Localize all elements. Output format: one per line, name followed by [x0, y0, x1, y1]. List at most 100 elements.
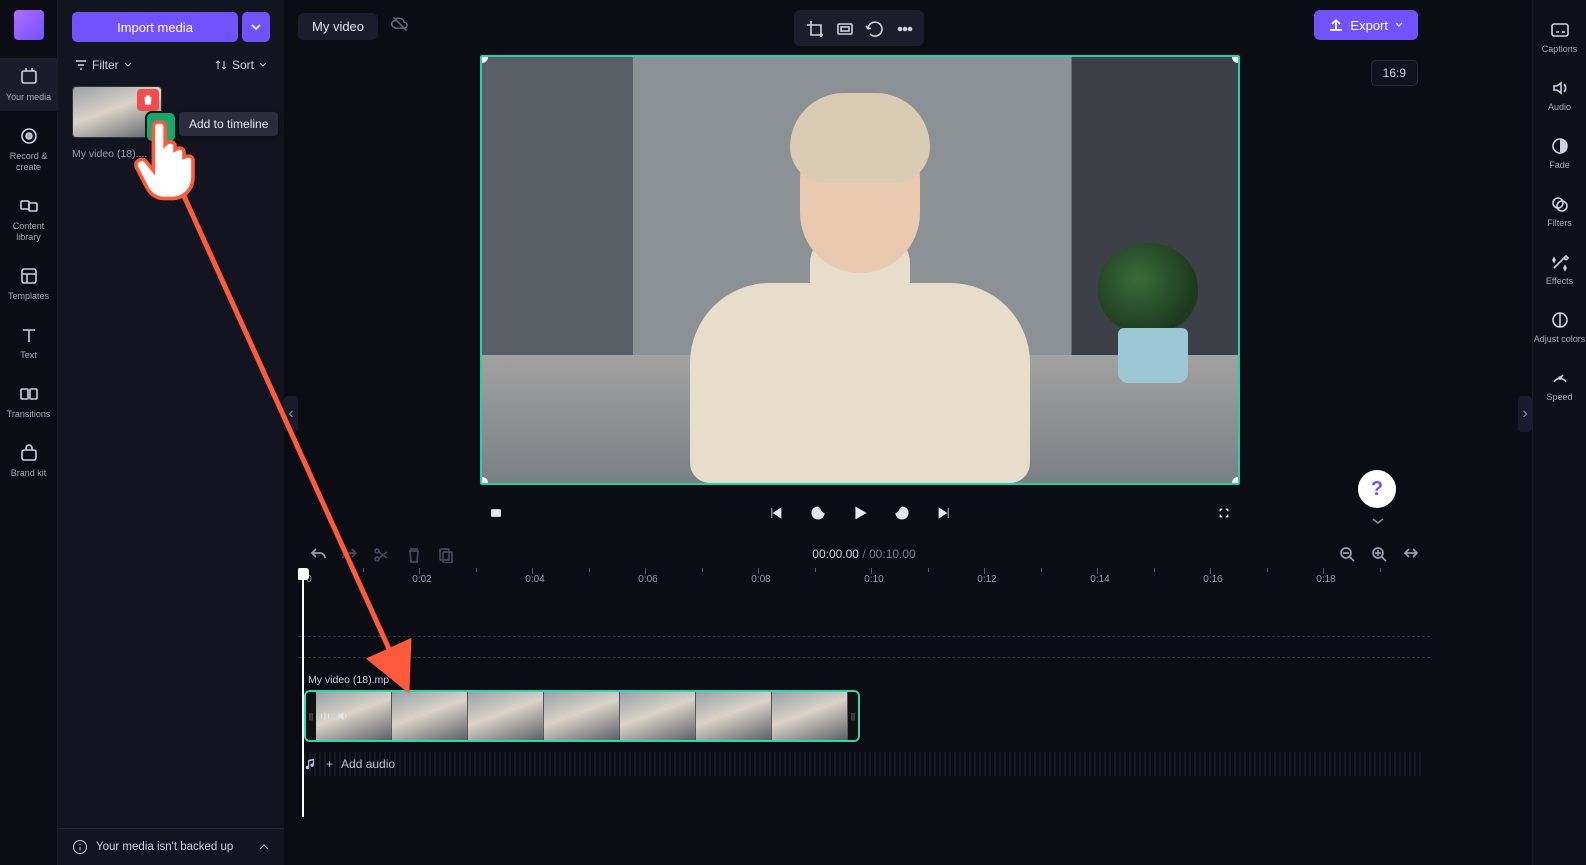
fit-timeline-button[interactable]: [1400, 543, 1422, 565]
ruler-tick-label: 0:14: [1085, 574, 1115, 585]
right-label: Speed: [1546, 392, 1572, 402]
effects-panel-button[interactable]: Effects: [1533, 242, 1586, 296]
speaker-icon: [336, 709, 350, 723]
import-media-button[interactable]: Import media: [72, 12, 238, 42]
music-note-icon: [304, 757, 318, 771]
playhead[interactable]: [302, 568, 304, 817]
frame-button[interactable]: [830, 14, 858, 42]
video-preview[interactable]: [480, 55, 1240, 485]
audio-panel-button[interactable]: Audio: [1533, 68, 1586, 122]
nav-label: Content library: [13, 221, 45, 243]
templates-icon: [18, 265, 40, 287]
skip-forward-button[interactable]: [891, 502, 913, 524]
duplicate-clip-button[interactable]: [434, 543, 456, 565]
timeline-tracks: My video (18).mp || || + Add audio: [298, 592, 1430, 817]
play-button[interactable]: [849, 502, 871, 524]
right-label: Adjust colors: [1534, 334, 1586, 344]
right-label: Fade: [1549, 160, 1570, 170]
filter-label: Filter: [92, 58, 119, 72]
ruler-tick-label: 0:10: [859, 574, 889, 585]
nav-label: Record & create: [10, 151, 48, 173]
add-audio-row[interactable]: + Add audio: [304, 752, 1424, 776]
clip-trim-left[interactable]: ||: [306, 692, 316, 740]
aspect-ratio-button[interactable]: 16:9: [1371, 60, 1418, 86]
preview-frame-content: [482, 57, 1238, 483]
ruler-tick-label: 0:18: [1311, 574, 1341, 585]
right-label: Audio: [1548, 102, 1571, 112]
nav-label: Brand kit: [11, 468, 47, 479]
sort-label: Sort: [232, 58, 254, 72]
right-rail: Captions Audio Fade Filters Effects Adju…: [1532, 0, 1586, 865]
expand-preview-button[interactable]: [1360, 516, 1396, 530]
export-label: Export: [1350, 18, 1388, 33]
total-duration: 00:10.00: [869, 547, 916, 561]
record-icon: [18, 125, 40, 147]
nav-templates[interactable]: Templates: [0, 257, 58, 310]
adjust-colors-panel-button[interactable]: Adjust colors: [1533, 300, 1586, 354]
help-button[interactable]: ?: [1358, 470, 1396, 508]
speed-panel-button[interactable]: Speed: [1533, 358, 1586, 412]
chevron-down-icon: [258, 60, 268, 70]
timeline-ruler[interactable]: 00:020:040:060:080:100:120:140:160:18: [298, 568, 1430, 592]
ruler-tick-label: 0:16: [1198, 574, 1228, 585]
delete-media-button[interactable]: [137, 89, 159, 111]
filters-panel-button[interactable]: Filters: [1533, 184, 1586, 238]
chevron-up-icon: [258, 841, 270, 853]
prev-frame-button[interactable]: [765, 502, 787, 524]
chevron-down-icon: [123, 60, 133, 70]
upload-icon: [1328, 17, 1344, 33]
import-label: Import media: [117, 20, 193, 35]
fade-panel-button[interactable]: Fade: [1533, 126, 1586, 180]
annotation-hand-cursor: [130, 112, 202, 204]
timeline-toolbar: 00:00.00 / 00:10.00: [298, 540, 1430, 568]
ruler-tick-label: 0:12: [972, 574, 1002, 585]
safe-zone-toggle[interactable]: [480, 502, 502, 524]
cloud-sync-off-icon[interactable]: [390, 14, 410, 39]
clip-trim-right[interactable]: ||: [848, 692, 858, 740]
playback-controls: [480, 495, 1240, 531]
left-rail: Your media Record & create Content libra…: [0, 0, 58, 865]
resize-handle-br[interactable]: [1232, 477, 1240, 485]
trash-icon: [141, 93, 155, 107]
clip-audio-icons: [318, 709, 350, 723]
next-frame-button[interactable]: [933, 502, 955, 524]
right-label: Filters: [1547, 218, 1572, 228]
zoom-in-button[interactable]: [1368, 543, 1390, 565]
export-button[interactable]: Export: [1314, 10, 1418, 40]
captions-panel-button[interactable]: Captions: [1533, 10, 1586, 64]
import-media-dropdown[interactable]: [242, 12, 270, 42]
filter-icon: [74, 58, 88, 72]
ruler-tick-label: 0:02: [407, 574, 437, 585]
brandkit-icon: [18, 442, 40, 464]
split-button[interactable]: [370, 543, 392, 565]
nav-record-create[interactable]: Record & create: [0, 117, 58, 181]
rotate-button[interactable]: [860, 14, 888, 42]
sort-icon: [214, 58, 228, 72]
current-time: 00:00.00: [812, 547, 859, 561]
ruler-tick-label: 0:06: [633, 574, 663, 585]
fullscreen-button[interactable]: [1218, 502, 1240, 524]
backup-status-bar[interactable]: Your media isn't backed up: [58, 828, 284, 865]
nav-brand-kit[interactable]: Brand kit: [0, 434, 58, 487]
nav-your-media[interactable]: Your media: [0, 58, 58, 111]
more-options-button[interactable]: [890, 14, 918, 42]
redo-button[interactable]: [338, 543, 360, 565]
add-audio-label: Add audio: [341, 757, 395, 771]
timeline[interactable]: 00:020:040:060:080:100:120:140:160:18 My…: [298, 568, 1430, 817]
skip-back-button[interactable]: [807, 502, 829, 524]
nav-transitions[interactable]: Transitions: [0, 375, 58, 428]
nav-content-library[interactable]: Content library: [0, 187, 58, 251]
undo-button[interactable]: [306, 543, 328, 565]
project-title-input[interactable]: My video: [298, 13, 378, 40]
video-clip[interactable]: || ||: [304, 690, 860, 742]
zoom-out-button[interactable]: [1336, 543, 1358, 565]
delete-clip-button[interactable]: [402, 543, 424, 565]
collapse-media-panel-button[interactable]: ‹: [284, 396, 298, 432]
filter-button[interactable]: Filter: [74, 58, 133, 72]
crop-button[interactable]: [800, 14, 828, 42]
nav-text[interactable]: Text: [0, 316, 58, 369]
sort-button[interactable]: Sort: [214, 58, 268, 72]
ruler-tick-label: 0:08: [746, 574, 776, 585]
expand-right-panel-button[interactable]: ›: [1518, 396, 1532, 432]
info-icon: [72, 839, 88, 855]
